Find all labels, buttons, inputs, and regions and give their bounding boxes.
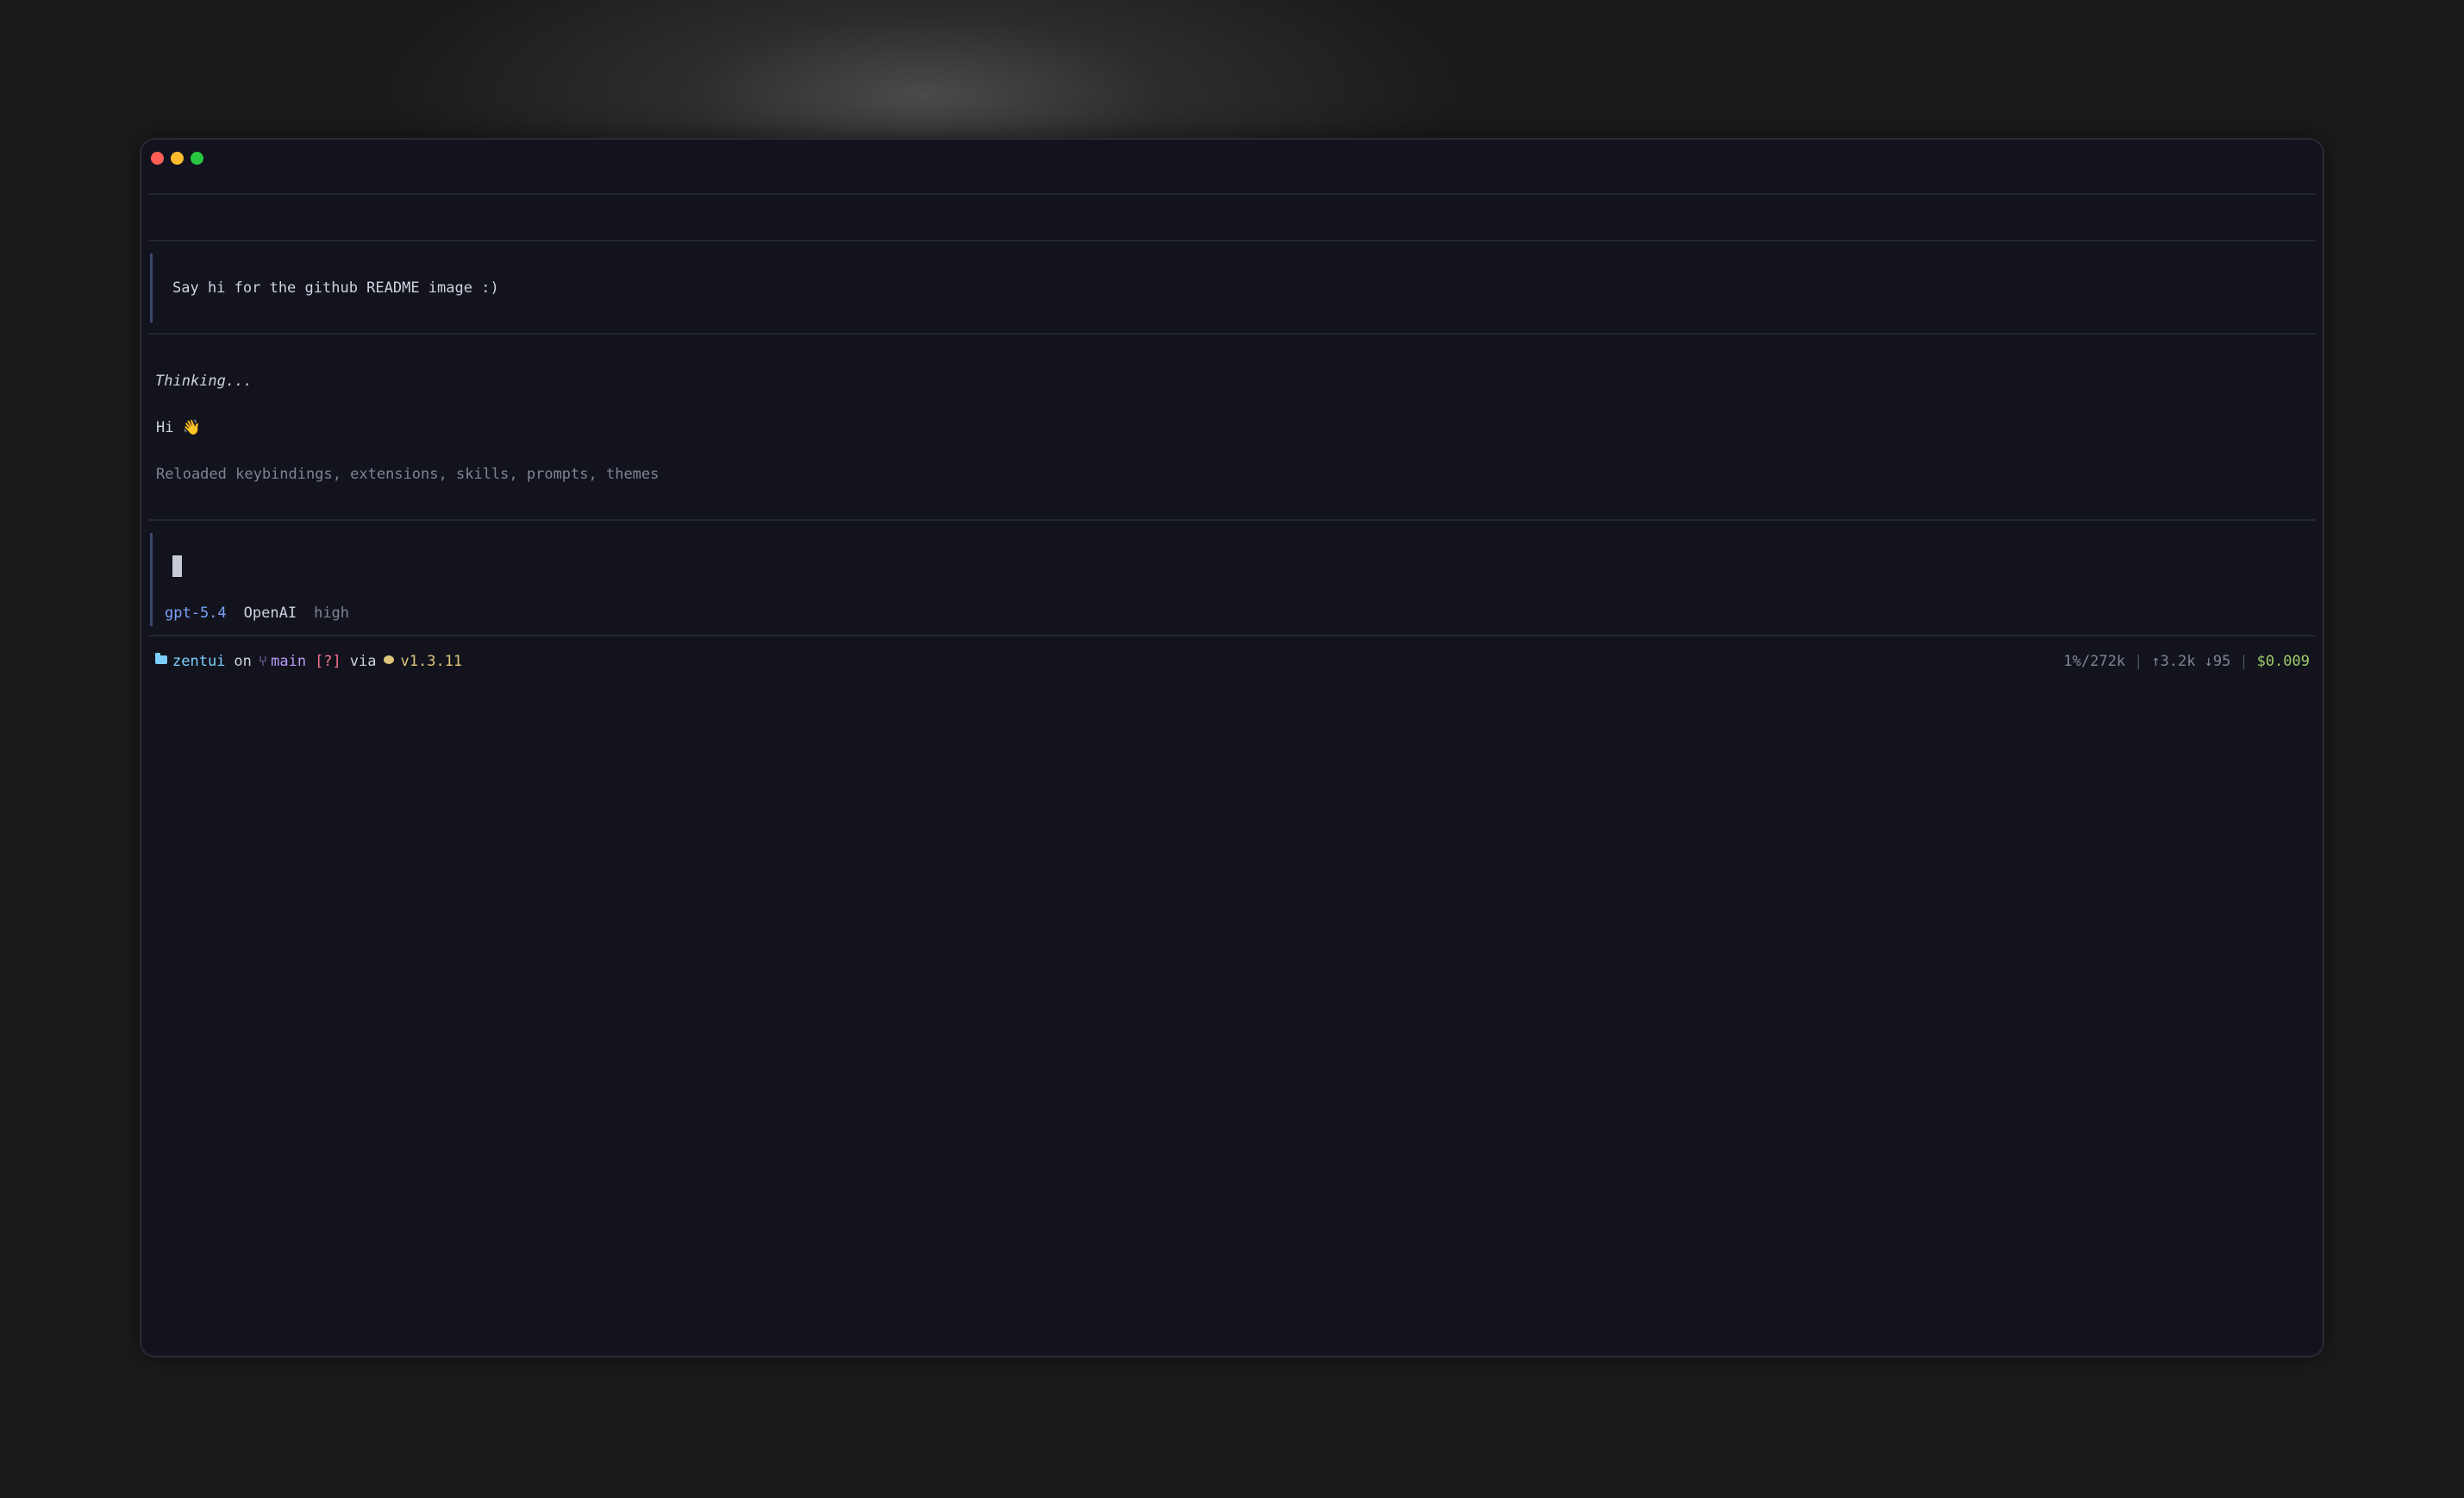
assistant-reply: Hi 👋 bbox=[156, 419, 201, 436]
user-message-bar bbox=[150, 254, 153, 323]
session-cost: $0.009 bbox=[2256, 653, 2310, 670]
separator: | bbox=[2134, 653, 2143, 670]
folder-icon bbox=[155, 653, 167, 664]
context-usage: 1%/272k bbox=[2063, 653, 2126, 670]
tokens-up: ↑3.2k bbox=[2151, 653, 2196, 670]
model-name[interactable]: gpt-5.4 bbox=[165, 604, 227, 623]
directory-name: zentui bbox=[172, 653, 226, 670]
system-notice: Reloaded keybindings, extensions, skills… bbox=[156, 466, 660, 483]
runtime-version: v1.3.11 bbox=[400, 653, 463, 670]
provider-name[interactable]: OpenAI bbox=[244, 604, 297, 623]
user-message: Say hi for the github README image :) bbox=[172, 279, 499, 297]
divider bbox=[148, 240, 2316, 241]
divider bbox=[148, 333, 2316, 335]
separator: | bbox=[2239, 653, 2248, 670]
model-bar: gpt-5.4 OpenAI high bbox=[165, 604, 349, 623]
branch-name: main bbox=[271, 653, 307, 670]
window-controls bbox=[151, 152, 203, 165]
status-right: 1%/272k | ↑3.2k ↓95 | $0.009 bbox=[2064, 652, 2310, 671]
divider bbox=[148, 193, 2316, 195]
text-cursor[interactable] bbox=[172, 555, 182, 577]
tokens-down: ↓95 bbox=[2204, 653, 2231, 670]
git-branch-icon: ⑂ bbox=[258, 653, 268, 670]
thinking-indicator: Thinking... bbox=[155, 373, 253, 390]
effort-level[interactable]: high bbox=[314, 604, 349, 623]
close-button[interactable] bbox=[151, 152, 164, 165]
maximize-button[interactable] bbox=[191, 152, 203, 165]
on-word: on bbox=[234, 653, 252, 670]
git-status: [?] bbox=[315, 653, 341, 670]
minimize-button[interactable] bbox=[171, 152, 184, 165]
via-word: via bbox=[349, 653, 377, 670]
divider bbox=[148, 635, 2316, 636]
status-left: zentui on ⑂ main [?] via v1.3.11 bbox=[155, 652, 462, 671]
bun-icon bbox=[383, 655, 394, 664]
divider bbox=[148, 519, 2316, 521]
terminal-window: Say hi for the github README image :) Th… bbox=[140, 138, 2324, 1357]
input-bar bbox=[150, 533, 153, 626]
